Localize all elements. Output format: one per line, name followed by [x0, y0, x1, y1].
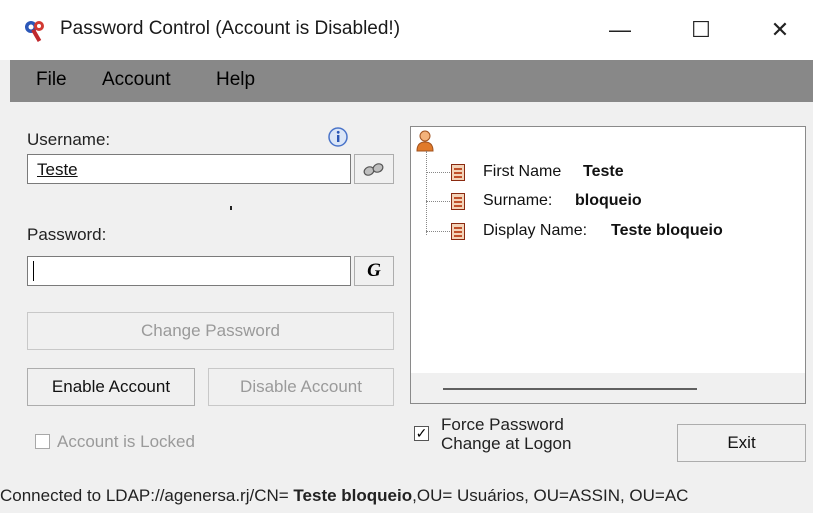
info-icon[interactable] — [327, 126, 349, 148]
username-field[interactable]: Teste — [27, 154, 351, 184]
tree-line-1 — [426, 172, 450, 173]
menu-bar: File Account Help — [10, 60, 813, 102]
force-password-line1: Force Password — [441, 415, 564, 434]
force-password-change-checkbox[interactable]: ✓ — [414, 426, 429, 441]
first-name-value: Teste — [583, 163, 624, 180]
password-label: Password: — [27, 225, 107, 244]
username-value: Teste — [37, 160, 78, 179]
user-icon — [416, 130, 434, 152]
force-password-line2: Change at Logon — [441, 434, 572, 453]
generate-password-button[interactable]: G — [354, 256, 394, 286]
text-cursor — [33, 261, 34, 281]
enable-account-button[interactable]: Enable Account — [27, 368, 195, 406]
menu-file[interactable]: File — [36, 69, 67, 91]
menu-help[interactable]: Help — [216, 69, 255, 91]
display-name-label: Display Name: — [483, 222, 588, 239]
account-locked-label: Account is Locked — [57, 432, 195, 451]
minimize-button[interactable]: — — [600, 12, 640, 48]
status-bar: Connected to LDAP://agenersa.rj/CN= Test… — [0, 486, 688, 506]
window-title: Password Control (Account is Disabled!) — [60, 18, 401, 39]
stray-dot — [230, 206, 232, 210]
user-details-tree[interactable]: First Name Teste Surname: bloqueio Displ… — [410, 126, 806, 404]
title-bar: Password Control (Account is Disabled!) … — [0, 0, 813, 60]
status-suffix: ,OU= Usuários, OU=ASSIN, OU=AC — [412, 486, 689, 505]
first-name-label: First Name — [483, 163, 562, 180]
keys-icon — [25, 21, 44, 43]
account-locked-checkbox[interactable] — [35, 434, 50, 449]
status-bold: Teste bloqueio — [293, 486, 413, 505]
tree-horizontal-scrollbar[interactable] — [411, 373, 805, 403]
change-password-button[interactable]: Change Password — [27, 312, 394, 350]
status-prefix: Connected to LDAP://agenersa.rj/CN= — [0, 486, 294, 505]
browse-user-button[interactable] — [354, 154, 394, 184]
close-button[interactable]: ✕ — [760, 12, 800, 48]
force-password-change-label: Force Password Change at Logon — [441, 415, 571, 453]
surname-label: Surname: — [483, 192, 553, 209]
tree-line-3 — [426, 231, 450, 232]
document-icon — [451, 164, 465, 181]
disable-account-button[interactable]: Disable Account — [208, 368, 394, 406]
username-label: Username: — [27, 130, 111, 149]
exit-button[interactable]: Exit — [677, 424, 806, 462]
tree-line-vertical — [426, 151, 427, 235]
document-icon — [451, 223, 465, 240]
tree-line-2 — [426, 201, 450, 202]
document-icon — [451, 193, 465, 210]
maximize-button[interactable]: ☐ — [681, 12, 721, 48]
scrollbar-thumb[interactable] — [443, 388, 697, 390]
display-name-value: Teste bloqueio — [611, 222, 723, 239]
password-field[interactable] — [27, 256, 351, 286]
surname-value: bloqueio — [575, 192, 642, 209]
password-control-window: Password Control (Account is Disabled!) … — [0, 0, 813, 513]
binoculars-icon — [363, 163, 384, 176]
menu-account[interactable]: Account — [102, 69, 171, 91]
